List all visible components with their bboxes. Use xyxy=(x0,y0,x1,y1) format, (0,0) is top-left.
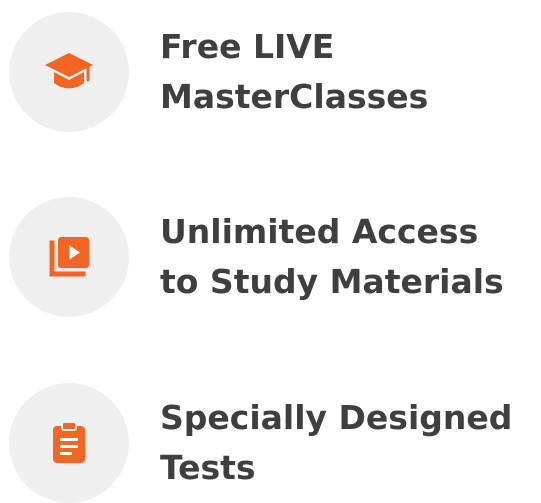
video-library-icon xyxy=(49,237,89,277)
feature-icon-circle xyxy=(9,383,129,503)
feature-item-tests: Specially Designed Tests xyxy=(9,383,539,503)
feature-label-line2: Tests xyxy=(160,448,256,487)
feature-label: Free LIVE MasterClasses xyxy=(160,22,428,122)
feature-icon-circle xyxy=(9,197,129,317)
clipboard-icon xyxy=(53,421,85,463)
feature-label: Specially Designed Tests xyxy=(160,393,512,493)
feature-label-line1: Free LIVE xyxy=(160,27,335,66)
feature-label-line1: Specially Designed xyxy=(160,398,513,437)
graduation-cap-icon xyxy=(45,53,93,89)
feature-item-study-materials: Unlimited Access to Study Materials xyxy=(9,197,539,317)
feature-label-line2: MasterClasses xyxy=(160,77,429,116)
feature-item-masterclasses: Free LIVE MasterClasses xyxy=(9,12,539,132)
feature-label-line2: to Study Materials xyxy=(160,262,504,301)
feature-icon-circle xyxy=(9,12,129,132)
feature-label-line1: Unlimited Access xyxy=(160,212,479,251)
feature-list: Free LIVE MasterClasses Unlimited Access… xyxy=(0,0,541,503)
feature-label: Unlimited Access to Study Materials xyxy=(160,207,504,307)
